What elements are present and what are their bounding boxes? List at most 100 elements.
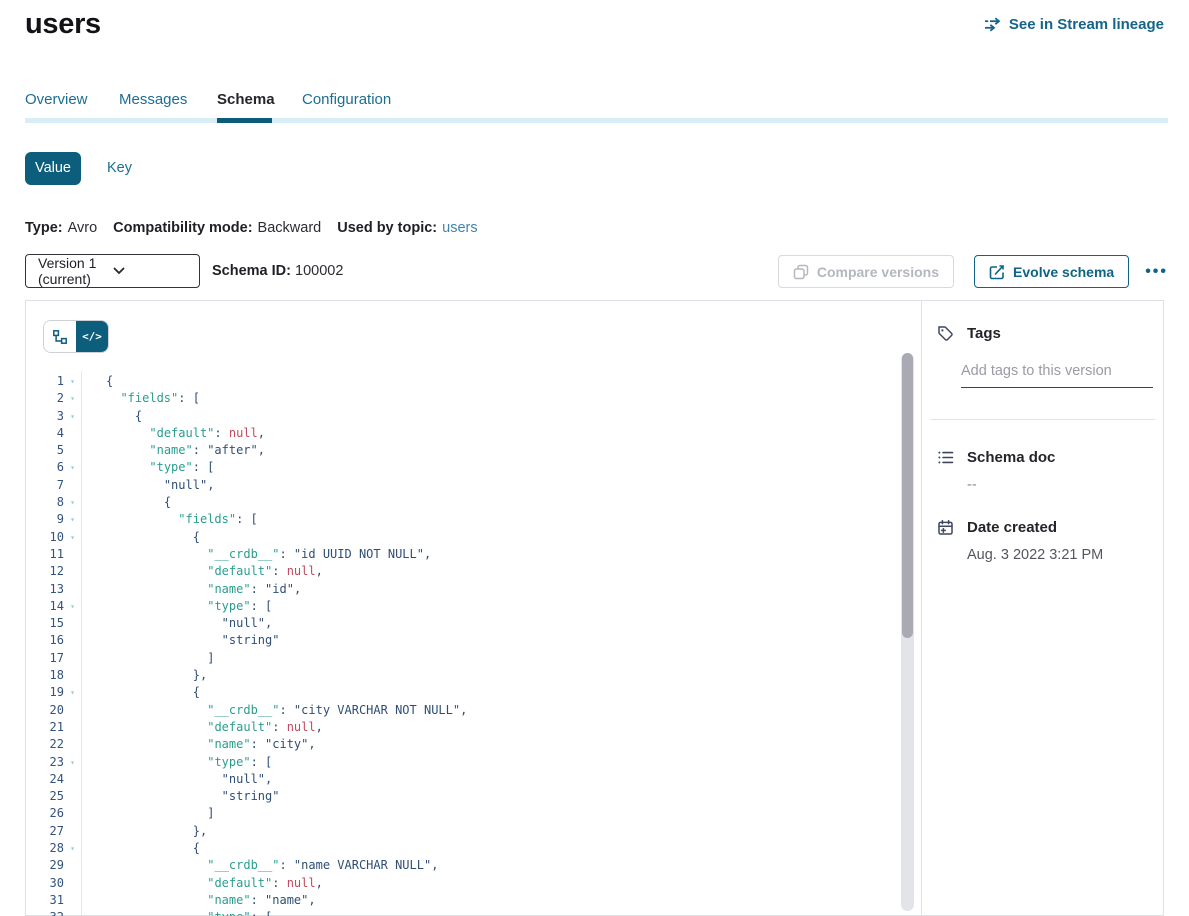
code-text: "name": "id",: [106, 581, 301, 598]
code-line: 19▾{: [26, 684, 1143, 701]
fold-arrow-icon[interactable]: ▾: [64, 598, 81, 615]
fold-spacer: [64, 805, 81, 822]
doc-list-icon: [937, 449, 954, 466]
fold-spacer: [64, 875, 81, 892]
ellipsis-icon: •••: [1145, 263, 1168, 280]
fold-spacer: [64, 702, 81, 719]
fold-spacer: [64, 667, 81, 684]
fold-arrow-icon[interactable]: ▾: [64, 408, 81, 425]
stream-lineage-icon: [984, 17, 1002, 32]
fold-arrow-icon[interactable]: ▾: [64, 840, 81, 857]
code-line: 4"default": null,: [26, 425, 1143, 442]
code-line: 28▾{: [26, 840, 1143, 857]
schema-id-label: Schema ID:: [212, 263, 291, 279]
key-toggle-button[interactable]: Key: [103, 152, 136, 185]
tab-schema[interactable]: Schema: [217, 91, 275, 108]
line-number: 7: [26, 477, 64, 494]
code-text: ]: [106, 650, 214, 667]
version-select-value: Version 1 (current): [38, 255, 113, 287]
evolve-schema-label: Evolve schema: [1013, 264, 1114, 280]
value-toggle-button[interactable]: Value: [25, 152, 81, 185]
version-select[interactable]: Version 1 (current): [25, 254, 200, 288]
stream-lineage-link[interactable]: See in Stream lineage: [984, 16, 1164, 33]
fold-spacer: [64, 425, 81, 442]
code-view-button[interactable]: </>: [76, 321, 108, 352]
code-icon: </>: [82, 330, 102, 343]
schema-id: Schema ID: 100002: [212, 263, 343, 279]
compatibility-value: Backward: [258, 220, 322, 236]
code-text: "type": [: [106, 909, 272, 916]
code-text: "name": "after",: [106, 442, 265, 459]
fold-arrow-icon[interactable]: ▾: [64, 529, 81, 546]
code-text: ]: [106, 805, 214, 822]
code-text: "null",: [106, 771, 272, 788]
topic-link[interactable]: users: [442, 220, 477, 236]
code-text: "name": "name",: [106, 892, 316, 909]
fold-arrow-icon[interactable]: ▾: [64, 754, 81, 771]
compare-versions-button[interactable]: Compare versions: [778, 255, 954, 288]
schema-panel: </> 1▾{2▾"fields": [3▾{4"default": null,…: [25, 300, 1164, 916]
edit-icon: [989, 264, 1005, 280]
line-number: 4: [26, 425, 64, 442]
evolve-schema-button[interactable]: Evolve schema: [974, 255, 1129, 288]
fold-arrow-icon[interactable]: ▾: [64, 373, 81, 390]
fold-spacer: [64, 736, 81, 753]
tree-view-button[interactable]: [44, 321, 76, 352]
line-number: 15: [26, 615, 64, 632]
code-text: "default": null,: [106, 719, 323, 736]
fold-arrow-icon[interactable]: ▾: [64, 459, 81, 476]
code-line: 13"name": "id",: [26, 581, 1143, 598]
line-number: 25: [26, 788, 64, 805]
used-by-topic-label: Used by topic:: [337, 220, 437, 236]
line-number: 24: [26, 771, 64, 788]
tags-input[interactable]: [961, 359, 1153, 388]
line-number: 32: [26, 909, 64, 916]
tab-overview[interactable]: Overview: [25, 91, 88, 108]
sidebar-separator: [921, 301, 922, 915]
fold-arrow-icon[interactable]: ▾: [64, 909, 81, 916]
code-line: 31"name": "name",: [26, 892, 1143, 909]
fold-spacer: [64, 788, 81, 805]
tab-messages[interactable]: Messages: [119, 91, 187, 108]
fold-arrow-icon[interactable]: ▾: [64, 511, 81, 528]
schema-doc-section: Schema doc --: [931, 449, 1159, 493]
fold-spacer: [64, 581, 81, 598]
code-text: "fields": [: [106, 390, 200, 407]
line-number: 14: [26, 598, 64, 615]
line-number: 20: [26, 702, 64, 719]
calendar-plus-icon: [937, 519, 954, 536]
code-scrollbar-thumb[interactable]: [902, 353, 913, 638]
code-line: 32▾ "type": [: [26, 909, 1143, 916]
line-number: 29: [26, 857, 64, 874]
type-value: Avro: [68, 220, 98, 236]
line-number: 8: [26, 494, 64, 511]
line-number: 3: [26, 408, 64, 425]
code-text: {: [106, 494, 171, 511]
fold-arrow-icon[interactable]: ▾: [64, 494, 81, 511]
code-line: 23▾"type": [: [26, 754, 1143, 771]
line-number: 6: [26, 459, 64, 476]
chevron-down-icon: [113, 267, 188, 275]
code-text: "__crdb__": "id UUID NOT NULL",: [106, 546, 431, 563]
code-text: {: [106, 408, 142, 425]
code-line: 8▾ {: [26, 494, 1143, 511]
fold-spacer: [64, 857, 81, 874]
tags-section: Tags: [931, 325, 1159, 342]
tab-underline-active: [217, 118, 272, 123]
fold-arrow-icon[interactable]: ▾: [64, 390, 81, 407]
fold-arrow-icon[interactable]: ▾: [64, 684, 81, 701]
schema-doc-value: --: [967, 477, 1159, 493]
fold-spacer: [64, 615, 81, 632]
line-number: 26: [26, 805, 64, 822]
code-line: 26]: [26, 805, 1143, 822]
line-number: 27: [26, 823, 64, 840]
more-actions-button[interactable]: •••: [1143, 259, 1170, 285]
code-line: 24 "null",: [26, 771, 1143, 788]
tab-configuration[interactable]: Configuration: [302, 91, 391, 108]
line-number: 21: [26, 719, 64, 736]
fold-spacer: [64, 823, 81, 840]
tree-icon: [52, 329, 68, 345]
code-text: "string": [106, 632, 279, 649]
code-text: "__crdb__": "city VARCHAR NOT NULL",: [106, 702, 467, 719]
code-line: 21 "default": null,: [26, 719, 1143, 736]
